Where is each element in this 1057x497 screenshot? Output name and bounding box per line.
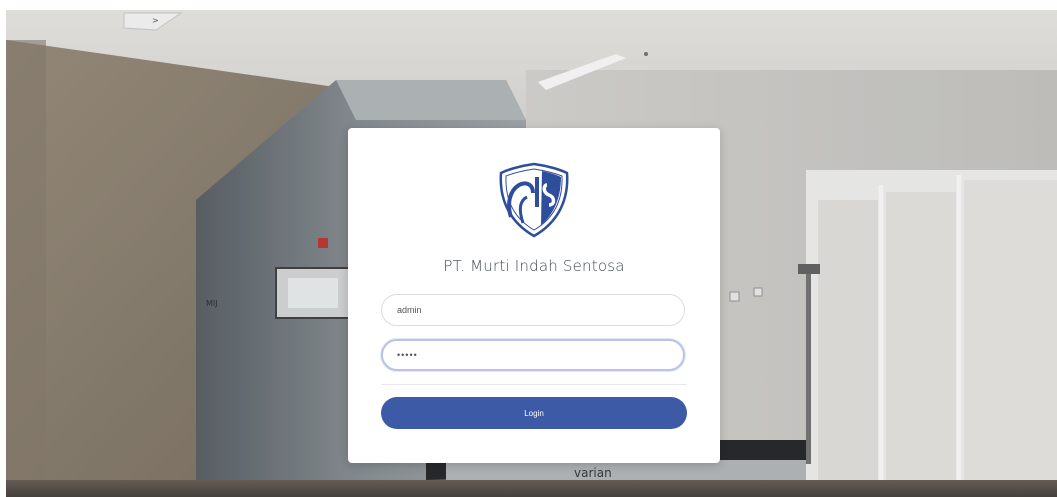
login-button[interactable]: Login — [381, 397, 687, 429]
password-input[interactable] — [381, 339, 685, 371]
company-shield-logo-icon — [497, 161, 571, 239]
username-input[interactable] — [381, 294, 685, 326]
company-name-heading: PT. Murti Indah Sentosa — [443, 257, 625, 275]
form-divider — [381, 384, 687, 385]
login-page: > MIJ varian PT. Murti Indah Sentosa adm… — [0, 0, 1057, 497]
login-card: PT. Murti Indah Sentosa Login — [348, 128, 720, 463]
